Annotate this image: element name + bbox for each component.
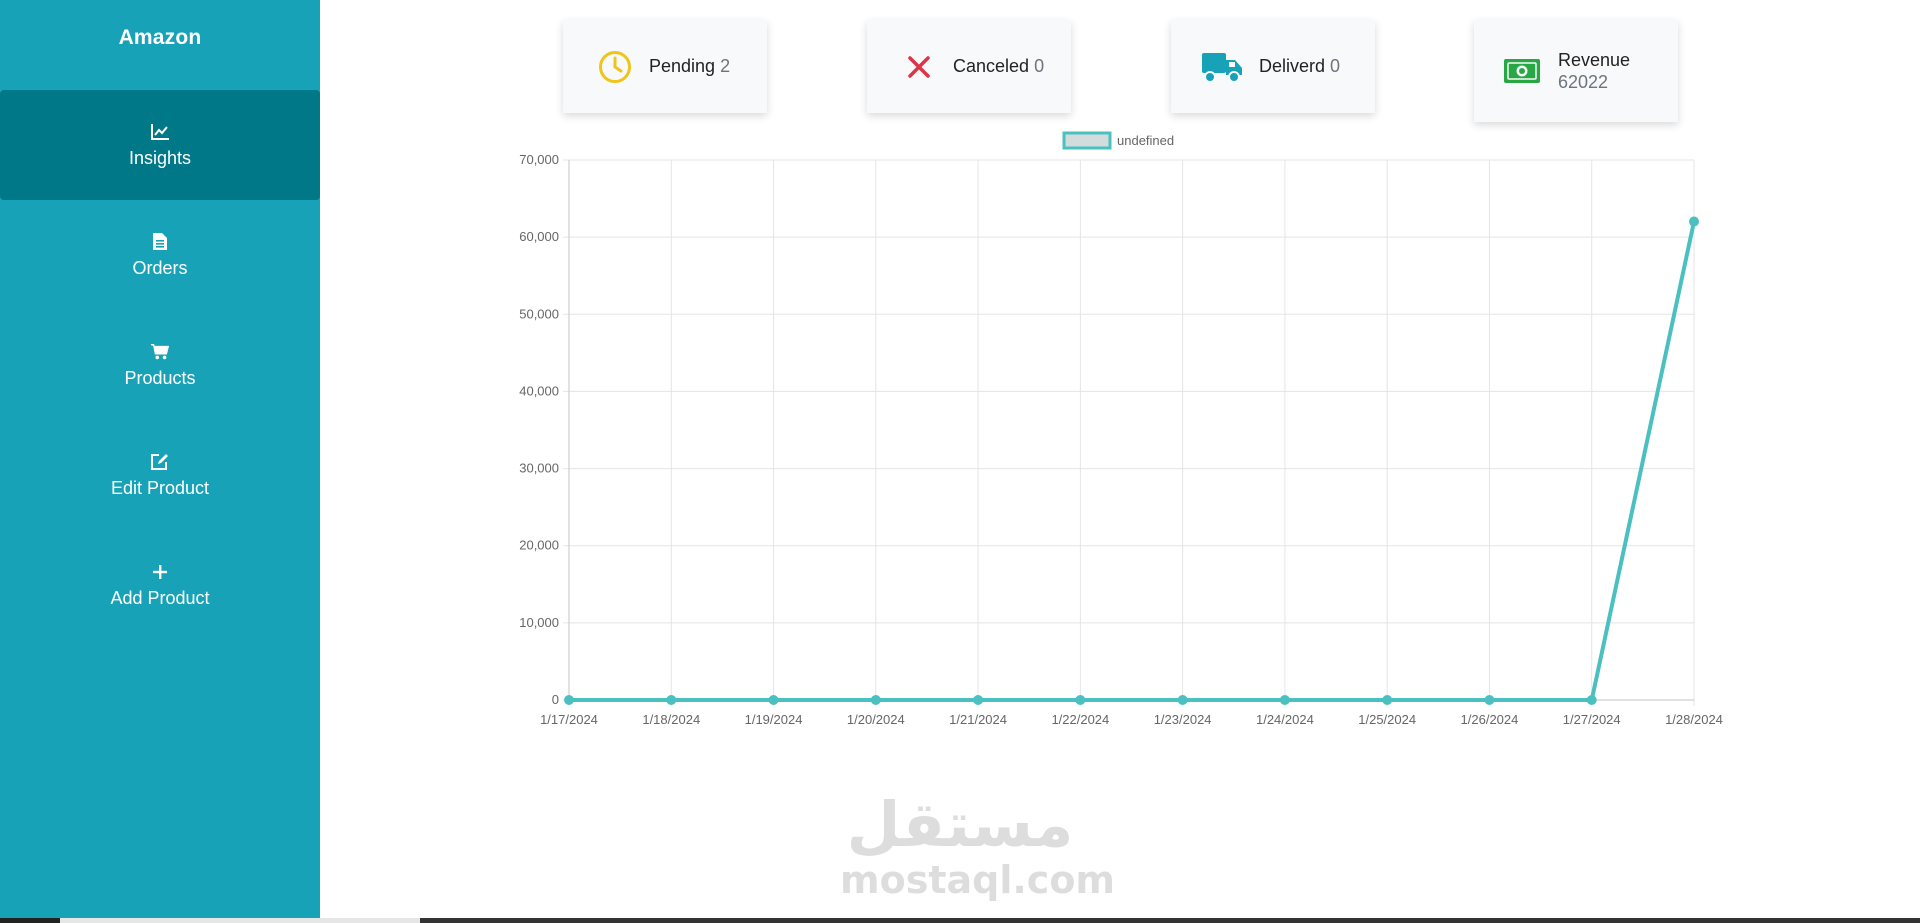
y-tick-label: 20,000 (519, 538, 559, 553)
x-tick-label: 1/20/2024 (847, 712, 905, 727)
series-line (569, 221, 1696, 702)
stat-value: 0 (1034, 56, 1045, 76)
x-tick-label: 1/26/2024 (1461, 712, 1519, 727)
x-tick-label: 1/21/2024 (949, 712, 1007, 727)
data-point (1075, 695, 1086, 705)
stat-label: Canceled (953, 56, 1030, 76)
watermark: مستقل mostaql.com (840, 788, 1116, 902)
stat-value: 2 (720, 56, 731, 76)
x-tick-label: 1/17/2024 (540, 712, 598, 727)
y-tick-label: 10,000 (519, 615, 559, 630)
data-point (1586, 695, 1597, 705)
sidebar-item-label: Add Product (110, 587, 210, 608)
sidebar-item-add-product[interactable]: Add Product (0, 530, 320, 640)
sidebar: Amazon Insights Orders Products Edit Pro… (0, 0, 320, 923)
data-point (1382, 695, 1393, 705)
stat-card-canceled: Canceled 0 (867, 20, 1071, 113)
x-tick-label: 1/28/2024 (1665, 712, 1723, 727)
stat-value: 62022 (1558, 72, 1609, 92)
stat-label: Revenue (1558, 50, 1631, 70)
truck-icon (1201, 49, 1243, 85)
x-tick-label: 1/18/2024 (642, 712, 700, 727)
data-point (1177, 695, 1188, 705)
x-tick-label: 1/23/2024 (1154, 712, 1212, 727)
sidebar-item-label: Edit Product (110, 477, 210, 498)
plus-icon (150, 562, 170, 582)
y-tick-label: 30,000 (519, 461, 559, 476)
stat-card-revenue: Revenue 62022 (1474, 20, 1678, 122)
stat-label: Pending (649, 56, 716, 76)
sidebar-item-label: Insights (128, 147, 192, 168)
watermark-latin: mostaql.com (840, 858, 1116, 902)
data-point (768, 695, 779, 705)
y-tick-label: 60,000 (519, 229, 559, 244)
document-icon (150, 232, 170, 252)
y-tick-label: 70,000 (519, 152, 559, 167)
legend-swatch (1062, 131, 1112, 150)
y-tick-label: 40,000 (519, 383, 559, 398)
y-tick-label: 0 (552, 692, 559, 707)
x-tick-label: 1/24/2024 (1256, 712, 1314, 727)
edit-icon (150, 452, 170, 472)
sidebar-item-orders[interactable]: Orders (0, 200, 320, 310)
clock-icon (597, 49, 633, 85)
money-icon (1502, 53, 1542, 89)
data-point (564, 695, 574, 705)
brand-title: Amazon (118, 26, 202, 49)
sidebar-item-label: Orders (132, 257, 188, 278)
stat-value: 0 (1330, 56, 1341, 76)
data-point (666, 695, 677, 705)
x-tick-label: 1/22/2024 (1051, 712, 1109, 727)
bottom-scrollbar[interactable] (0, 918, 1920, 923)
close-icon (901, 49, 937, 85)
scrollbar-segment (0, 918, 60, 923)
stat-card-delivered: Deliverd 0 (1171, 20, 1375, 113)
stat-label: Deliverd (1259, 56, 1326, 76)
x-tick-label: 1/19/2024 (745, 712, 803, 727)
data-point (1279, 695, 1290, 705)
stat-card-pending: Pending 2 (563, 20, 767, 113)
sidebar-item-edit-product[interactable]: Edit Product (0, 420, 320, 530)
watermark-arabic: مستقل (846, 788, 1074, 861)
scrollbar-thumb[interactable] (420, 918, 1920, 923)
sidebar-item-products[interactable]: Products (0, 310, 320, 420)
data-point (870, 695, 881, 705)
sidebar-item-label: Products (124, 367, 196, 388)
y-tick-label: 50,000 (519, 306, 559, 321)
legend-label: undefined (1117, 133, 1174, 148)
x-tick-label: 1/25/2024 (1358, 712, 1416, 727)
data-point (973, 695, 984, 705)
cart-icon (150, 342, 170, 362)
data-point (1484, 695, 1495, 705)
data-point (1689, 216, 1699, 227)
sidebar-item-insights[interactable]: Insights (0, 90, 320, 200)
app-root: Amazon Insights Orders Products Edit Pro… (0, 0, 1920, 923)
x-tick-label: 1/27/2024 (1563, 712, 1621, 727)
chart-line-icon (150, 122, 170, 142)
